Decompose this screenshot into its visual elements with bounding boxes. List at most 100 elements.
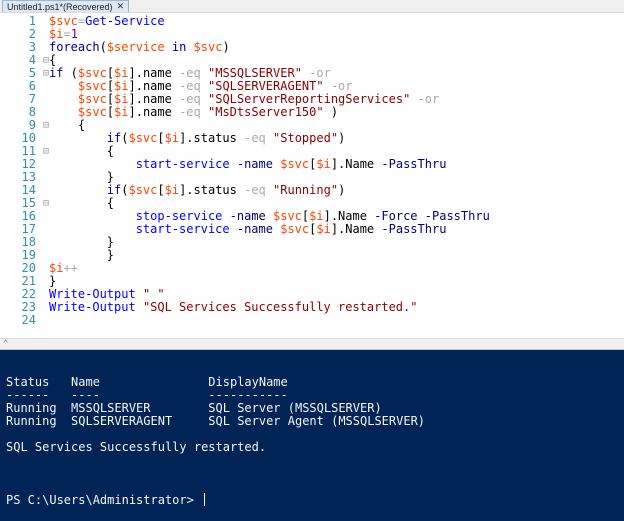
code-command: stop-service [135, 209, 223, 223]
code-keyword: if [106, 131, 122, 145]
code-variable: $svc [280, 222, 310, 236]
code-text: ) [323, 105, 339, 119]
code-line[interactable]: 23 Write-Output "SQL Services Successfull… [0, 301, 624, 314]
code-variable: $i [316, 157, 331, 171]
code-text: ].name [128, 105, 180, 119]
tab-strip: Untitled1.ps1*(Recovered) ✕ [0, 0, 624, 13]
code-variable: $svc [77, 105, 107, 119]
code-string: "SQLSERVERAGENT" [208, 79, 324, 93]
code-variable: $svc [77, 66, 107, 80]
code-content: foreach($service in $svc) [49, 41, 230, 54]
code-text: { [49, 53, 57, 67]
code-variable: $i [114, 105, 129, 119]
code-parameter: -PassThru [381, 222, 447, 236]
code-variable: $i [49, 261, 64, 275]
code-variable: $svc [273, 209, 302, 223]
code-string: "SQL Services Successfully restarted." [142, 300, 418, 314]
code-string: "Stopped" [273, 131, 339, 145]
code-command: Get-Service [85, 14, 165, 28]
code-parameter: -name [229, 209, 266, 223]
console-pane[interactable]: Status Name DisplayName ------ ---- ----… [0, 350, 624, 521]
code-text: ].Name [330, 157, 382, 171]
code-keyword: if [106, 183, 122, 197]
code-operator: -or [330, 79, 353, 93]
code-operator: -eq [179, 105, 201, 119]
code-variable: $service [106, 40, 165, 54]
code-line[interactable]: 19 } [0, 249, 624, 262]
code-text: ].name [128, 66, 180, 80]
code-text: } [49, 248, 115, 262]
code-text: ].name [128, 92, 180, 106]
code-variable: $i [164, 131, 180, 145]
code-operator: -or [309, 66, 331, 80]
code-operator: ++ [63, 261, 78, 275]
code-variable: $svc [128, 131, 158, 145]
close-icon[interactable]: ✕ [117, 2, 125, 12]
code-text: ].Name [323, 209, 375, 223]
code-string: " " [142, 287, 165, 301]
code-line[interactable]: 20 $i++ [0, 262, 624, 275]
code-string: "Running" [273, 183, 339, 197]
console-prompt: PS C:\Users\Administrator> [6, 493, 202, 507]
code-variable: $svc [77, 79, 107, 93]
code-text: ) [338, 131, 346, 145]
code-variable: $svc [128, 183, 158, 197]
code-text: [ [157, 131, 165, 145]
code-parameter: -Force [374, 209, 418, 223]
code-line[interactable]: 1 $svc=Get-Service [0, 15, 624, 28]
code-text: { [49, 196, 115, 210]
code-command: Write-Output [49, 300, 136, 314]
code-string: "SQLServerReportingServices" [208, 92, 411, 106]
code-operator: = [63, 27, 71, 41]
code-variable: $i [49, 27, 64, 41]
collapse-arrow-icon[interactable]: ⌃ [3, 339, 8, 349]
console-prompt-line[interactable]: PS C:\Users\Administrator> [6, 493, 206, 507]
code-variable: $svc [193, 40, 223, 54]
code-line[interactable]: 24 [0, 314, 624, 327]
code-command: start-service [135, 157, 230, 171]
code-parameter: -name [236, 157, 273, 171]
code-keyword: foreach [49, 40, 100, 54]
text-cursor [204, 493, 206, 506]
code-text: { [49, 144, 115, 158]
code-operator: -eq [244, 131, 266, 145]
console-message: SQL Services Successfully restarted. [6, 440, 267, 454]
code-line[interactable]: 8 $svc[$i].name -eq "MsDtsServer150" ) [0, 106, 624, 119]
code-text: [ [106, 79, 115, 93]
code-text: } [49, 235, 115, 249]
code-text: ) [222, 40, 230, 54]
code-variable: $svc [280, 157, 310, 171]
code-variable: $i [164, 183, 180, 197]
code-content: $svc[$i].name -eq "MsDtsServer150" ) [49, 106, 338, 119]
code-operator: -eq [244, 183, 266, 197]
pane-splitter[interactable]: ⌃ [0, 338, 624, 350]
code-command: Write-Output [49, 287, 136, 301]
code-text: ].status [179, 183, 245, 197]
code-operator: -eq [179, 92, 201, 106]
code-text: { [49, 118, 86, 132]
line-number: 24 [21, 313, 36, 327]
code-line[interactable]: 3 foreach($service in $svc) [0, 41, 624, 54]
script-editor[interactable]: 1 $svc=Get-Service 2 $i=1 3 foreach($service … [0, 13, 624, 335]
code-text: [ [106, 105, 115, 119]
tab-untitled1[interactable]: Untitled1.ps1*(Recovered) ✕ [2, 0, 130, 12]
code-variable: $svc [49, 14, 78, 28]
code-text: ].status [179, 131, 245, 145]
code-parameter: -name [236, 222, 273, 236]
